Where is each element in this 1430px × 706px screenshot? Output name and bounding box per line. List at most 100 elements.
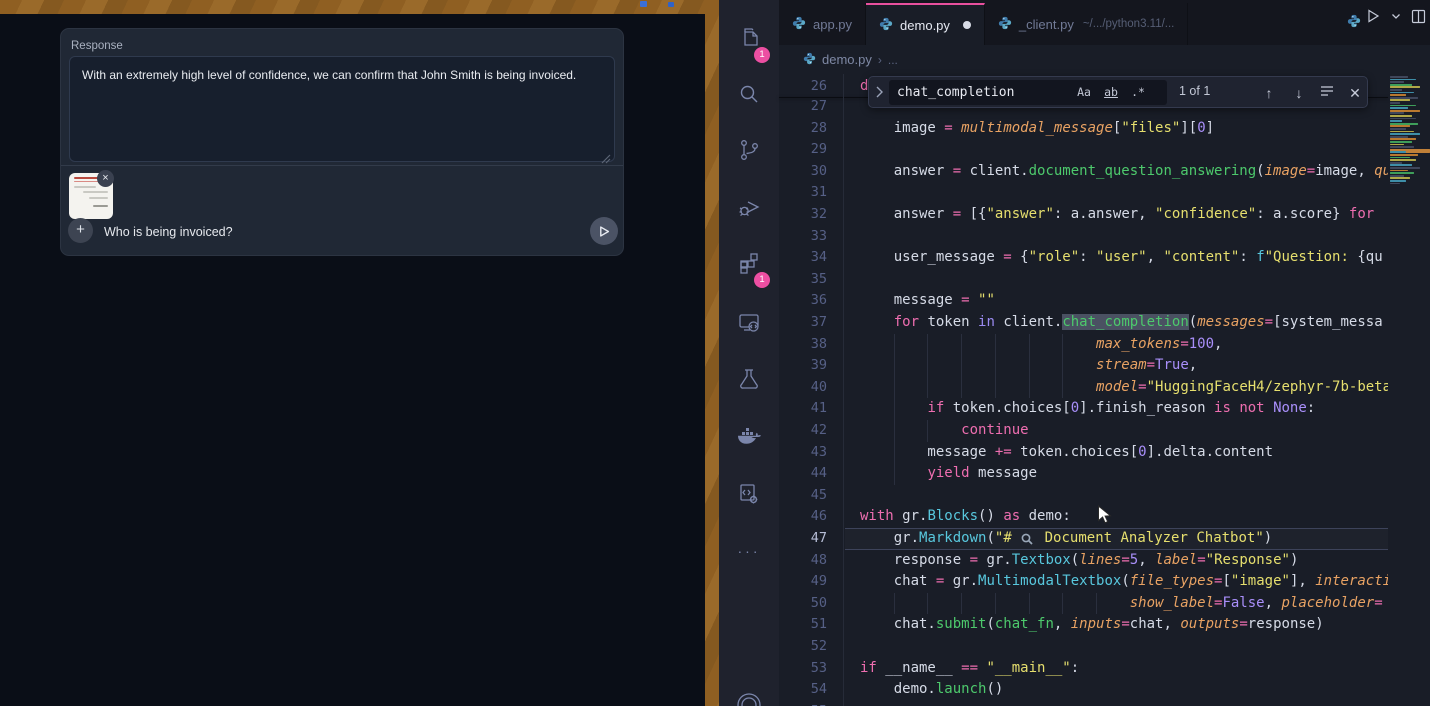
minimap-line	[1390, 175, 1404, 177]
find-results-count: 1 of 1	[1179, 84, 1210, 98]
whole-word-toggle[interactable]: ab	[1099, 83, 1123, 102]
minimap-line	[1390, 136, 1408, 138]
code-line-45[interactable]: 45	[779, 485, 1388, 507]
editor-body[interactable]: 2728 image = multimodal_message["files"]…	[779, 74, 1430, 706]
code-line-33[interactable]: 33	[779, 226, 1388, 248]
split-editor-button[interactable]	[1411, 9, 1426, 24]
line-number: 53	[779, 658, 827, 680]
toggle-replace-chevron-icon[interactable]	[873, 85, 885, 104]
code-line-35[interactable]: 35	[779, 269, 1388, 291]
code-line-53[interactable]: 53if __name__ == "__main__":	[779, 658, 1388, 680]
code-text: for token in client.chat_completion(mess…	[860, 312, 1388, 334]
breadcrumb[interactable]: demo.py › ...	[779, 45, 1430, 74]
code-line-32[interactable]: 32 answer = [{"answer": a.answer, "confi…	[779, 204, 1388, 226]
minimap-line	[1390, 141, 1412, 143]
code-line-49[interactable]: 49 chat = gr.MultimodalTextbox(file_type…	[779, 571, 1388, 593]
next-match-button[interactable]: ↓	[1289, 83, 1309, 103]
breadcrumb-file[interactable]: demo.py	[822, 52, 872, 67]
minimap-line	[1390, 167, 1420, 169]
code-text: chat = gr.MultimodalTextbox(file_types=[…	[860, 571, 1388, 593]
code-line-52[interactable]: 52	[779, 636, 1388, 658]
python-file-icon	[879, 17, 893, 34]
code-line-29[interactable]: 29	[779, 139, 1388, 161]
chat-input-text[interactable]: Who is being invoiced?	[104, 225, 233, 239]
overflow-tab-python-icon[interactable]	[1347, 14, 1361, 33]
breadcrumb-rest[interactable]: ...	[888, 53, 898, 67]
code-line-48[interactable]: 48 response = gr.Textbox(lines=5, label=…	[779, 550, 1388, 572]
minimap-line	[1390, 105, 1416, 107]
run-dropdown-chevron-icon[interactable]	[1391, 11, 1401, 21]
minimap-line	[1390, 118, 1416, 120]
tab-_client.py[interactable]: _client.py~/.../python3.11/...	[985, 3, 1188, 45]
extensions-icon[interactable]: 1	[719, 239, 779, 287]
minimap-line	[1390, 110, 1420, 112]
remove-attachment-button[interactable]: ×	[97, 170, 114, 187]
code-settings-icon[interactable]	[719, 470, 779, 518]
code-text: response = gr.Textbox(lines=5, label="Re…	[860, 550, 1388, 572]
response-textarea[interactable]: With an extremely high level of confiden…	[69, 56, 615, 162]
line-number: 33	[779, 226, 827, 248]
close-find-button[interactable]: ✕	[1345, 83, 1365, 103]
code-line-30[interactable]: 30 answer = client.document_question_ans…	[779, 161, 1388, 183]
minimap-line	[1390, 97, 1418, 99]
code-line-43[interactable]: 43 message += token.choices[0].delta.con…	[779, 442, 1388, 464]
code-line-42[interactable]: 42 continue	[779, 420, 1388, 442]
code-line-38[interactable]: 38 max_tokens=100,	[779, 334, 1388, 356]
run-and-debug-icon[interactable]	[719, 183, 779, 231]
testing-icon[interactable]	[719, 355, 779, 403]
code-line-41[interactable]: 41 if token.choices[0].finish_reason is …	[779, 398, 1388, 420]
minimap-line	[1390, 157, 1410, 159]
resize-handle-icon[interactable]	[601, 151, 611, 161]
remote-explorer-icon[interactable]	[719, 298, 779, 346]
more-actions-icon[interactable]: ···	[719, 527, 779, 575]
line-number: 37	[779, 312, 827, 334]
line-number: 28	[779, 118, 827, 140]
minimap-line	[1390, 128, 1406, 130]
code-line-46[interactable]: 46with gr.Blocks() as demo:	[779, 506, 1388, 528]
code-line-39[interactable]: 39 stream=True,	[779, 355, 1388, 377]
add-file-button[interactable]: +	[68, 218, 93, 243]
minimap-line	[1390, 125, 1410, 127]
code-text: max_tokens=100,	[860, 334, 1388, 356]
tab-demo.py[interactable]: demo.py	[866, 3, 985, 45]
code-text: demo.launch()	[860, 679, 1388, 701]
run-python-file-button[interactable]	[1365, 8, 1381, 24]
send-button[interactable]	[590, 217, 618, 245]
search-icon[interactable]	[719, 70, 779, 118]
minimap-line	[1390, 151, 1406, 153]
gutter-separator	[843, 74, 844, 706]
code-line-50[interactable]: 50 show_label=False, placeholder=	[779, 593, 1388, 615]
code-line-44[interactable]: 44 yield message	[779, 463, 1388, 485]
source-control-icon[interactable]	[719, 126, 779, 174]
code-text: gr.Markdown("# Document Analyzer Chatbot…	[860, 528, 1388, 552]
docker-icon[interactable]	[719, 413, 779, 461]
find-input[interactable]: chat_completion Aa ab .*	[889, 80, 1167, 105]
code-line-28[interactable]: 28 image = multimodal_message["files"][0…	[779, 118, 1388, 140]
code-line-37[interactable]: 37 for token in client.chat_completion(m…	[779, 312, 1388, 334]
code-line-51[interactable]: 51 chat.submit(chat_fn, inputs=chat, out…	[779, 614, 1388, 636]
account-icon[interactable]	[719, 678, 779, 706]
code-text: model="HuggingFaceH4/zephyr-7b-beta	[860, 377, 1388, 399]
code-line-47[interactable]: 47 gr.Markdown("# Document Analyzer Chat…	[779, 528, 1388, 550]
code-line-55[interactable]: 55	[779, 701, 1388, 706]
line-number: 49	[779, 571, 827, 593]
code-line-40[interactable]: 40 model="HuggingFaceH4/zephyr-7b-beta	[779, 377, 1388, 399]
code-line-34[interactable]: 34 user_message = {"role": "user", "cont…	[779, 247, 1388, 269]
minimap[interactable]	[1388, 74, 1430, 706]
code-line-36[interactable]: 36 message = ""	[779, 290, 1388, 312]
code-line-54[interactable]: 54 demo.launch()	[779, 679, 1388, 701]
match-case-toggle[interactable]: Aa	[1072, 83, 1096, 102]
find-in-selection-button[interactable]	[1317, 83, 1337, 103]
regex-toggle[interactable]: .*	[1126, 83, 1150, 102]
explorer-icon[interactable]: 1	[719, 14, 779, 62]
minimap-line	[1390, 79, 1416, 81]
desktop-fleck	[640, 1, 647, 7]
line-number: 46	[779, 506, 827, 528]
tab-app.py[interactable]: app.py	[779, 3, 866, 45]
previous-match-button[interactable]: ↑	[1259, 83, 1279, 103]
line-number: 54	[779, 679, 827, 701]
line-number: 43	[779, 442, 827, 464]
minimap-line	[1390, 144, 1404, 146]
minimap-line	[1390, 84, 1412, 86]
code-line-31[interactable]: 31	[779, 182, 1388, 204]
